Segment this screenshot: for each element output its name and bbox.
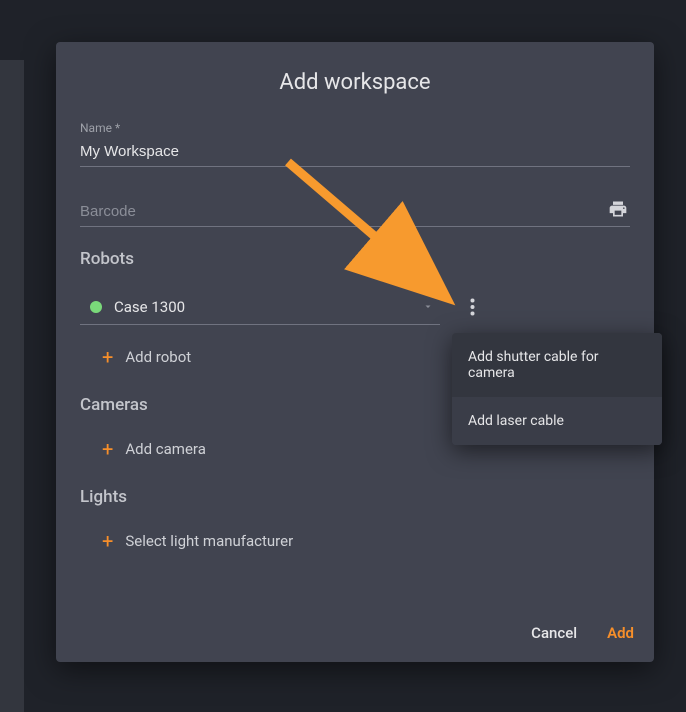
- robot-select[interactable]: Case 1300: [80, 290, 440, 325]
- cancel-button[interactable]: Cancel: [531, 624, 577, 642]
- add-camera-text: Add camera: [125, 440, 206, 458]
- status-dot-icon: [90, 301, 102, 313]
- add-robot-text: Add robot: [125, 348, 191, 366]
- name-label: Name *: [80, 121, 630, 135]
- plus-icon: +: [102, 531, 113, 551]
- name-field-group: Name *: [80, 121, 630, 167]
- select-light-text: Select light manufacturer: [125, 532, 293, 550]
- modal-actions: Cancel Add: [531, 624, 634, 642]
- robot-selected-name: Case 1300: [114, 298, 185, 316]
- robot-row: Case 1300: [80, 289, 630, 325]
- add-robot-link[interactable]: + Add robot: [102, 347, 191, 367]
- add-button[interactable]: Add: [607, 624, 634, 642]
- plus-icon: +: [102, 439, 113, 459]
- modal-title: Add workspace: [80, 42, 630, 121]
- select-light-link[interactable]: + Select light manufacturer: [102, 531, 293, 551]
- lights-section-title: Lights: [80, 487, 630, 507]
- name-input[interactable]: [80, 137, 630, 167]
- robot-kebab-button[interactable]: [454, 289, 490, 325]
- kebab-popover: Add shutter cable for camera Add laser c…: [452, 333, 662, 445]
- barcode-input[interactable]: [80, 197, 630, 227]
- popover-add-shutter-cable[interactable]: Add shutter cable for camera: [452, 333, 662, 397]
- plus-icon: +: [102, 347, 113, 367]
- barcode-field-group: [80, 197, 630, 227]
- background-panel: [0, 60, 24, 712]
- popover-add-laser-cable[interactable]: Add laser cable: [452, 397, 662, 445]
- print-icon[interactable]: [608, 199, 628, 223]
- chevron-down-icon: [422, 297, 434, 316]
- robots-section-title: Robots: [80, 249, 630, 269]
- add-camera-link[interactable]: + Add camera: [102, 439, 206, 459]
